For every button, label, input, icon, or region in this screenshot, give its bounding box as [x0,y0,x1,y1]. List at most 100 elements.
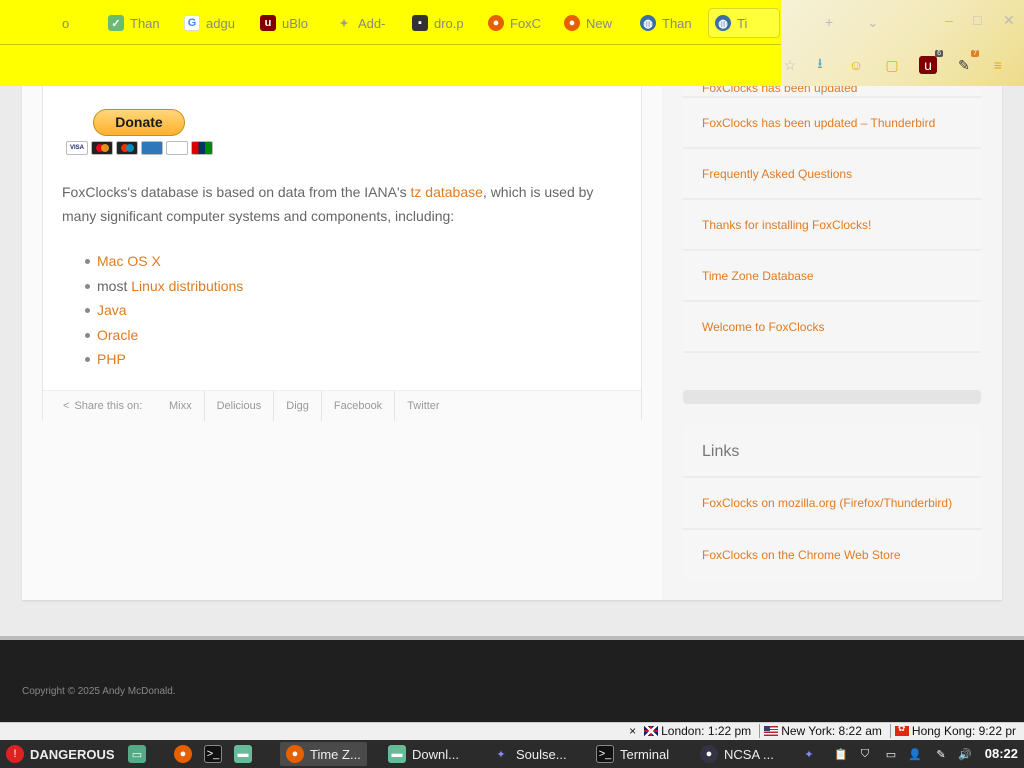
tab-thanks-adguard[interactable]: ✓ Than [108,8,168,38]
tab-google-adguard[interactable]: G adgu [184,8,240,38]
tab-new[interactable]: ● New [564,8,618,38]
terminal-icon: >_ [204,745,222,763]
shield-check-icon: ✓ [108,15,124,31]
donate-button[interactable]: Donate [93,109,185,136]
taskbar-window-soulseek[interactable]: ✦ Soulse... [492,742,566,766]
tab-ublock[interactable]: u uBlo [260,8,318,38]
share-delicious[interactable]: Delicious [203,390,274,421]
new-tab-icon[interactable]: + [825,14,833,30]
network-icon: ✎ [936,748,946,761]
oracle-link[interactable]: Oracle [97,327,138,343]
php-link[interactable]: PHP [97,351,126,367]
start-menu-button[interactable]: ! DANGEROUS [6,742,115,766]
share-bar: < Share this on: Mixx Delicious Digg Fac… [43,390,641,421]
share-twitter[interactable]: Twitter [394,390,451,421]
list-item: Mac OS X [85,249,243,274]
desktop-icon: ▭ [128,745,146,763]
ncsa-icon: ● [700,745,718,763]
extensions-icon[interactable]: ▢ [883,56,901,74]
share-mixx[interactable]: Mixx [157,391,204,421]
unionpay-icon [191,141,213,155]
tab-time-zone-active[interactable]: ◍ Ti [708,8,780,38]
bookmark-icon[interactable]: ☆ [781,56,799,74]
sidebar-item-updated-thunderbird[interactable]: FoxClocks has been updated – Thunderbird [683,98,981,149]
linux-distributions-link[interactable]: Linux distributions [131,278,243,294]
systems-list: Mac OS X most Linux distributions Java O… [85,249,243,372]
show-desktop-launcher[interactable]: ▭ [128,742,146,766]
sidebar-divider [683,390,981,404]
close-icon[interactable]: × [629,724,636,738]
clock-london[interactable]: London: 1:22 pm [640,724,755,738]
download-icon[interactable]: ⭳ [811,55,829,74]
hk-flag-icon [894,723,909,736]
tab-addons[interactable]: ✦ Add- [336,8,388,38]
us-flag-icon [764,726,779,736]
globe-icon: ◍ [715,15,731,31]
mastercard-icon [91,141,113,155]
sidebar-item-updated[interactable]: FoxClocks has been updated [683,85,981,98]
firefox-icon: ● [564,15,580,31]
clock-new-york[interactable]: New York: 8:22 am [759,724,886,738]
links-title: Links [702,443,740,460]
link-chrome-store[interactable]: FoxClocks on the Chrome Web Store [683,528,981,579]
browser-chrome-right: + ⌄ – □ ✕ ☆ ⭳ ☺ ▢ u6 ✎ 7 ≡ [781,0,1024,86]
sidebar-item-faq[interactable]: Frequently Asked Questions [683,149,981,200]
tab-partial[interactable]: o [62,8,84,38]
tab-dro[interactable]: ▪ dro.p [412,8,466,38]
taskbar-clock[interactable]: 08:22 [985,746,1018,761]
account-icon[interactable]: ☺ [847,56,865,74]
list-item: Oracle [85,323,243,348]
folder-icon: ▬ [388,745,406,763]
terminal-launcher[interactable]: >_ [204,742,222,766]
sidebar-item-welcome[interactable]: Welcome to FoxClocks [683,302,981,353]
globe-icon: ◍ [640,15,656,31]
sidebar-item-thanks[interactable]: Thanks for installing FoxClocks! [683,200,981,251]
list-item: Java [85,298,243,323]
sidebar-item-time-zone-database[interactable]: Time Zone Database [683,251,981,302]
files-launcher[interactable]: ▬ [234,742,252,766]
volume-icon: 🔊 [958,748,972,761]
terminal-icon: >_ [596,745,614,763]
ublock-icon: u [260,15,276,31]
link-mozilla[interactable]: FoxClocks on mozilla.org (Firefox/Thunde… [683,476,981,527]
firefox-launcher[interactable]: ● [174,742,192,766]
share-digg[interactable]: Digg [273,390,321,421]
tray-shield[interactable]: ⛉ [856,742,874,766]
taskbar-window-time-zone[interactable]: ● Time Z... [280,742,367,766]
tz-database-link[interactable]: tz database [411,184,483,200]
mac-os-x-link[interactable]: Mac OS X [97,253,161,269]
taskbar-window-ncsa[interactable]: ● NCSA ... [700,742,774,766]
tray-clipboard[interactable]: 📋 [832,742,850,766]
java-link[interactable]: Java [97,302,127,318]
firefox-icon: ● [286,745,304,763]
clock-hong-kong[interactable]: Hong Kong: 9:22 pr [889,723,1020,738]
close-icon[interactable]: ✕ [1003,12,1015,29]
user-icon: 👤 [908,748,922,761]
sidebar-recent-posts: FoxClocks has been updated FoxClocks has… [683,85,981,353]
folder-icon: ▬ [234,745,252,763]
maximize-icon[interactable]: □ [973,12,981,28]
share-facebook[interactable]: Facebook [320,390,394,421]
tray-soulseek[interactable]: ✦ [800,742,818,766]
tab-list-icon[interactable]: ⌄ [867,14,879,31]
tray-volume[interactable]: 🔊 [956,742,974,766]
tab-thanks[interactable]: ◍ Than [640,8,696,38]
minimize-icon[interactable]: – [945,12,953,28]
taskbar-window-terminal[interactable]: >_ Terminal [596,742,669,766]
ublock-toolbar-icon[interactable]: u6 [919,50,943,74]
share-icon: < [63,399,70,412]
bird-icon: ✦ [804,748,814,761]
tray-network[interactable]: ✎ [932,742,950,766]
taskbar-window-downloads[interactable]: ▬ Downl... [388,742,459,766]
tray-user[interactable]: 👤 [906,742,924,766]
google-icon: G [184,15,200,31]
shield-icon: ⛉ [860,747,870,760]
pen-extension-icon[interactable]: ✎ 7 [955,50,979,74]
addon-icon: ✦ [339,17,349,30]
tab-foxclocks[interactable]: ● FoxC [488,8,542,38]
share-label: Share this on: [74,399,143,412]
tray-display[interactable]: ▭ [882,742,900,766]
firefox-icon: ● [174,745,192,763]
bird-icon: ✦ [496,748,506,761]
menu-icon[interactable]: ≡ [989,56,1007,74]
